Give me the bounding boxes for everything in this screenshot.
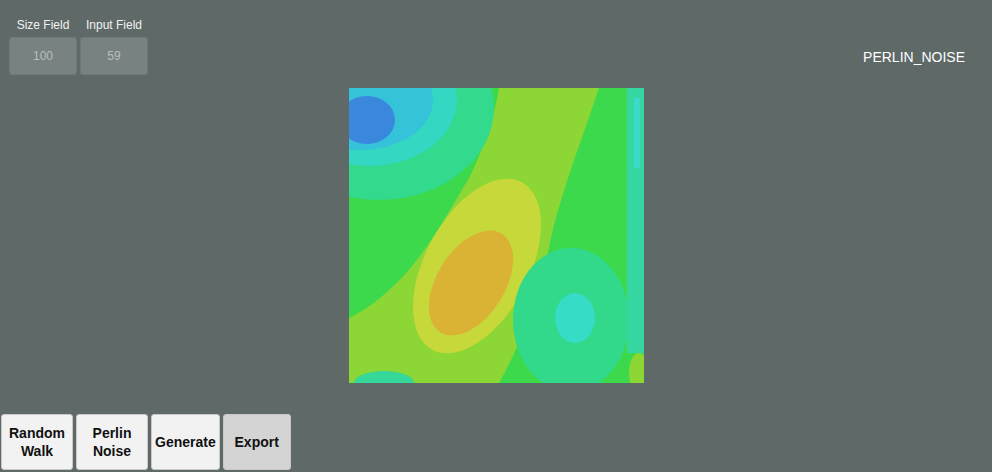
field-label: Size Field: [17, 18, 70, 32]
input-field[interactable]: 59: [80, 37, 148, 75]
generator-screen: Size Field 100 Input Field 59 PERLIN_NOISE Ra…: [0, 0, 992, 472]
input-field[interactable]: 100: [9, 37, 77, 75]
button-bar: Random WalkPerlin NoiseGenerateExport: [0, 414, 992, 472]
header: Size Field 100 Input Field 59 PERLIN_NOISE: [0, 0, 992, 88]
field-group: Input Field 59: [80, 18, 148, 75]
noise-map: [349, 88, 644, 383]
fields: Size Field 100 Input Field 59: [9, 18, 148, 75]
field-label: Input Field: [86, 18, 142, 32]
field-group: Size Field 100: [9, 18, 77, 75]
spacer: [0, 383, 992, 414]
action-button[interactable]: Generate: [151, 414, 220, 470]
map-area: [0, 88, 992, 383]
mode-label: PERLIN_NOISE: [863, 49, 965, 65]
action-button[interactable]: Export: [223, 414, 291, 470]
action-button[interactable]: Random Walk: [1, 414, 73, 470]
action-button[interactable]: Perlin Noise: [76, 414, 148, 470]
